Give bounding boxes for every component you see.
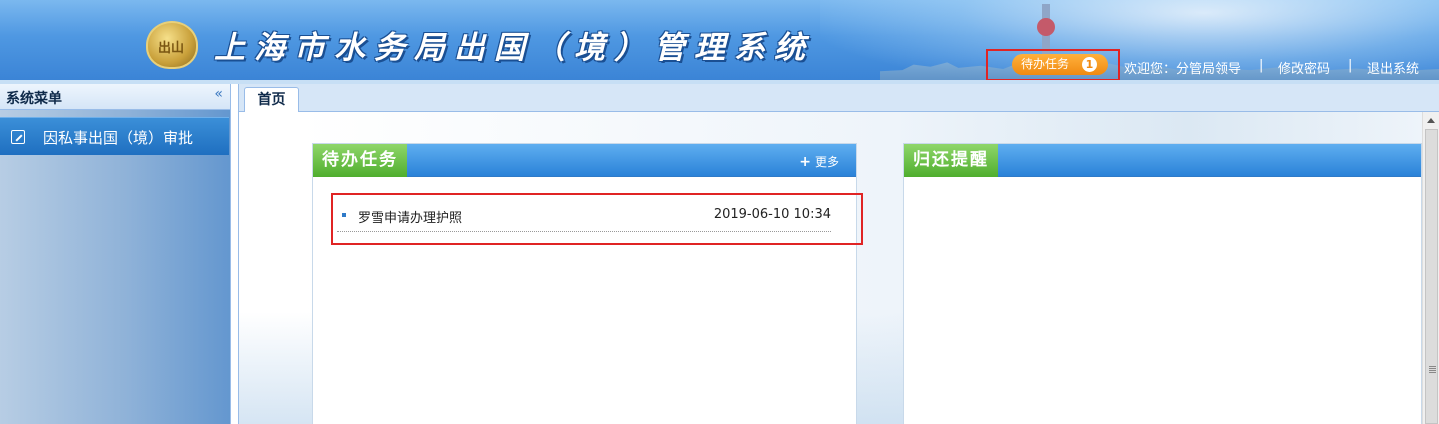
panel-title: 归还提醒 <box>904 144 998 177</box>
header-separator: | <box>1259 58 1264 73</box>
pending-tasks-count-badge: 1 <box>1082 57 1097 72</box>
welcome-text: 欢迎您：分管局领导 <box>1124 62 1242 77</box>
panel-header: 待办任务 + 更多 <box>313 144 856 177</box>
sidebar: 系统菜单 « 因私事出国（境）审批 <box>0 84 231 424</box>
logo-text: 出山 <box>158 41 185 56</box>
task-name-link[interactable]: 罗雪申请办理护照 <box>358 207 462 226</box>
sidebar-header: 系统菜单 « <box>0 84 230 110</box>
header-banner: 出山 上海市水务局出国（境）管理系统 待办任务 1 欢迎您：分管局领导 | 修改… <box>0 0 1439 80</box>
plus-icon: + <box>799 154 811 170</box>
edit-icon <box>11 130 25 144</box>
system-title: 上海市水务局出国（境）管理系统 <box>214 30 814 66</box>
more-link[interactable]: + 更多 <box>799 153 839 170</box>
pending-tasks-panel: 待办任务 + 更多 <box>312 143 857 424</box>
collapse-sidebar-icon[interactable]: « <box>214 86 223 102</box>
change-password-link[interactable]: 修改密码 <box>1278 58 1330 77</box>
more-label: 更多 <box>814 155 839 169</box>
sidebar-item-private-travel-approval[interactable]: 因私事出国（境）审批 <box>0 117 229 155</box>
header-separator: | <box>1348 58 1353 73</box>
bullet-icon <box>342 213 346 217</box>
return-reminder-panel: 归还提醒 <box>903 143 1422 424</box>
pending-tasks-button[interactable]: 待办任务 1 <box>1012 54 1108 75</box>
sidebar-item-label: 因私事出国（境）审批 <box>43 129 194 147</box>
list-item[interactable]: 罗雪申请办理护照 2019-06-10 10:34 <box>337 206 831 232</box>
scrollbar-thumb[interactable] <box>1425 129 1438 424</box>
vertical-scrollbar[interactable] <box>1422 112 1439 424</box>
pending-tasks-label: 待办任务 <box>1021 57 1070 71</box>
tab-home[interactable]: 首页 <box>244 87 299 113</box>
panel-header: 归还提醒 <box>904 144 1421 177</box>
tab-bar: 首页 <box>239 84 1439 113</box>
sidebar-title: 系统菜单 <box>6 91 62 107</box>
task-time: 2019-06-10 10:34 <box>713 207 831 222</box>
logout-link[interactable]: 退出系统 <box>1367 58 1419 77</box>
scroll-up-arrow-icon[interactable] <box>1427 118 1435 123</box>
bureau-logo-icon: 出山 <box>146 21 198 69</box>
panel-title: 待办任务 <box>313 144 407 177</box>
